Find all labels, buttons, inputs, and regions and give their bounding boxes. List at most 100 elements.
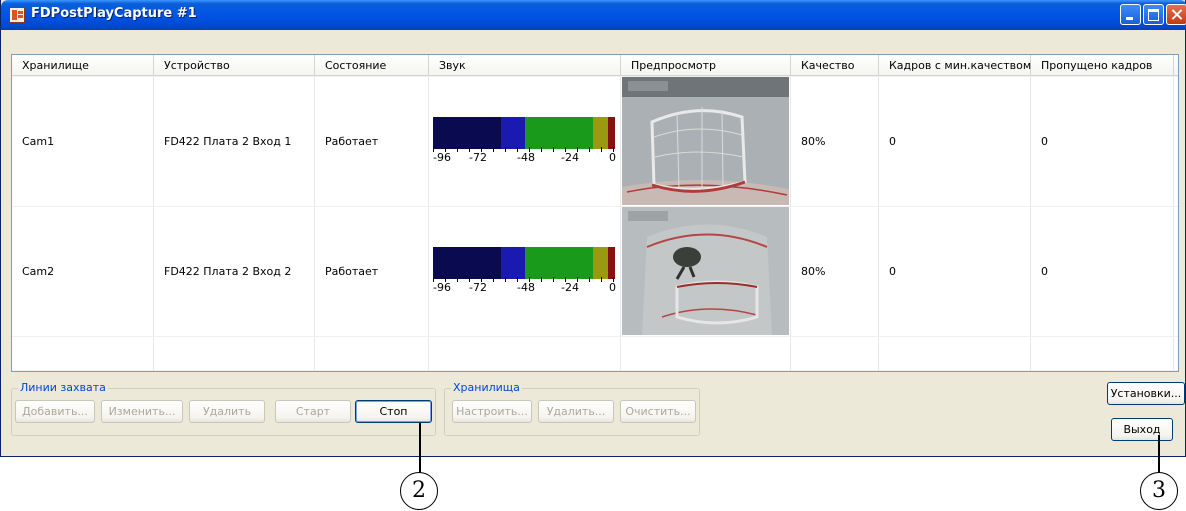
audio-level-segment [433,247,501,279]
column-header-quality[interactable]: Качество [791,55,879,76]
column-header-storage[interactable]: Хранилище [12,55,154,76]
configure-storage-button[interactable]: Настроить... [452,400,532,423]
column-header-state[interactable]: Состояние [315,55,429,76]
column-header-sound[interactable]: Звук [429,55,621,76]
meter-tick [589,147,590,152]
audio-level-segment [501,117,525,149]
cell-storage: Cam2 [12,207,154,336]
cell-empty [12,337,154,370]
audio-level-segment [525,247,593,279]
add-capture-line-button[interactable]: Добавить... [15,400,95,423]
table-row[interactable]: Cam1 FD422 Плата 2 Вход 1 Работает -96 -7… [12,77,1178,207]
cell-empty [1174,337,1178,370]
meter-tick [541,147,542,152]
cell-dropped-frames: 0 [1031,207,1174,336]
callout-marker-exit: 3 [1140,472,1178,510]
audio-meter-scale: -96 -72 -48 -24 0 [433,277,616,297]
cell-empty [154,337,315,370]
cell-device: FD422 Плата 2 Вход 2 [154,207,315,336]
audio-level-meter: -96 -72 -48 -24 0 [433,247,616,297]
clear-storage-button[interactable]: Очистить... [620,400,696,423]
cell-state: Работает [315,77,429,206]
delete-capture-line-button[interactable]: Удалить [189,400,265,423]
capture-lines-group: Линии захвата Добавить... Изменить... Уд… [11,381,436,436]
stop-button[interactable]: Стоп [355,400,432,423]
storages-group: Хранилища Настроить... Удалить... Очисти… [444,381,700,436]
cell-empty [621,337,791,370]
cell-spacer [1174,77,1178,206]
settings-button[interactable]: Установки... [1107,382,1185,405]
audio-meter-scale: -96 -72 -48 -24 0 [433,147,616,167]
column-header-dropped-frames[interactable]: Пропущено кадров [1031,55,1174,76]
preview-thumbnail [622,77,789,205]
cell-quality: 80% [791,77,879,206]
exit-button[interactable]: Выход [1111,418,1173,441]
audio-level-meter: -96 -72 -48 -24 0 [433,117,616,167]
callout-line-exit [1158,435,1160,473]
meter-scale-label: -96 [433,281,451,294]
meter-tick [553,147,554,152]
storages-group-title: Хранилища [451,381,522,394]
meter-tick [493,147,494,152]
audio-level-segment [525,117,593,149]
table-row-empty[interactable] [12,337,1178,371]
meter-tick [505,277,506,282]
column-header-device[interactable]: Устройство [154,55,315,76]
edit-capture-line-button[interactable]: Изменить... [101,400,183,423]
cell-empty [791,337,879,370]
start-button[interactable]: Старт [275,400,351,423]
cell-preview [621,207,791,336]
controls-area: Линии захвата Добавить... Изменить... Уд… [11,380,1185,450]
capture-lines-table[interactable]: Хранилище Устройство Состояние Звук Пред… [11,54,1179,372]
cell-preview [621,77,791,206]
meter-scale-label: -48 [517,151,535,164]
audio-level-segment [593,247,608,279]
meter-tick [457,147,458,152]
table-row[interactable]: Cam2 FD422 Плата 2 Вход 2 Работает -96 -7… [12,207,1178,337]
audio-level-segment [608,117,615,149]
meter-tick [553,277,554,282]
meter-scale-label: -72 [469,281,487,294]
column-header-min-quality-frames[interactable]: Кадров с мин.качеством [879,55,1031,76]
meter-scale-label: -48 [517,281,535,294]
delete-storage-button[interactable]: Удалить... [538,400,614,423]
cell-empty [429,337,621,370]
meter-tick [457,277,458,282]
meter-tick [601,277,602,282]
minimize-icon[interactable] [1120,4,1141,25]
cell-sound: -96 -72 -48 -24 0 [429,207,621,336]
title-bar[interactable]: FDPostPlayCapture #1 [1,0,1186,30]
callout-line-stop [419,423,421,474]
meter-scale-label: 0 [609,151,616,164]
app-icon [9,7,25,23]
meter-scale-label: 0 [609,281,616,294]
cell-dropped-frames: 0 [1031,77,1174,206]
cell-min-quality-frames: 0 [879,77,1031,206]
meter-scale-label: -96 [433,151,451,164]
close-icon[interactable] [1166,4,1186,25]
cell-state: Работает [315,207,429,336]
table-header: Хранилище Устройство Состояние Звук Пред… [12,55,1178,77]
window-title: FDPostPlayCapture #1 [31,6,197,21]
cell-device: FD422 Плата 2 Вход 1 [154,77,315,206]
cell-empty [879,337,1031,370]
preview-thumbnail [622,207,789,335]
cell-min-quality-frames: 0 [879,207,1031,336]
capture-lines-group-title: Линии захвата [18,381,108,394]
app-window: FDPostPlayCapture #1 Хранилище Устройств… [0,0,1186,457]
meter-scale-label: -72 [469,151,487,164]
cell-empty [1031,337,1174,370]
cell-spacer [1174,207,1178,336]
meter-scale-label: -24 [561,151,579,164]
meter-tick [541,277,542,282]
meter-tick [493,277,494,282]
column-header-preview[interactable]: Предпросмотр [621,55,791,76]
maximize-icon[interactable] [1143,4,1164,25]
meter-tick [601,147,602,152]
audio-level-bar [433,117,615,149]
cell-empty [315,337,429,370]
meter-scale-label: -24 [561,281,579,294]
cell-sound: -96 -72 -48 -24 0 [429,77,621,206]
column-header-spacer [1174,55,1178,76]
cell-quality: 80% [791,207,879,336]
